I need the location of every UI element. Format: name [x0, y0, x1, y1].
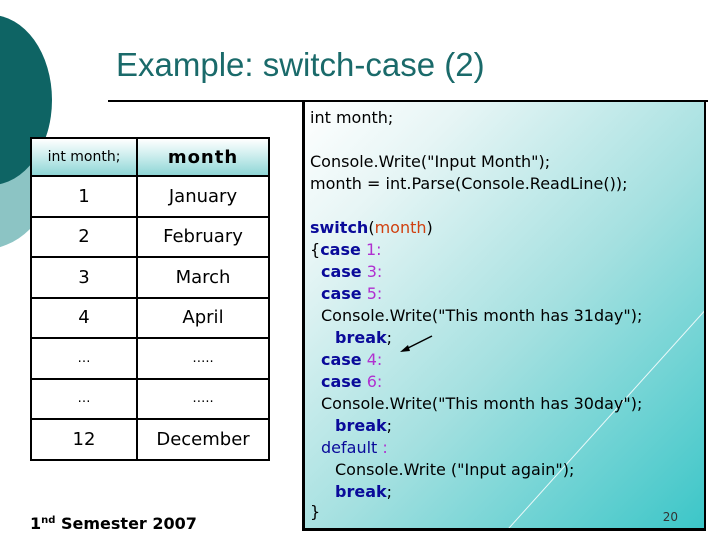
code-line-break: break;: [335, 482, 392, 501]
default-colon: :: [377, 438, 388, 457]
switch-keyword: switch: [310, 218, 369, 237]
table-row: … …..: [30, 377, 270, 420]
table-row: 3 March: [30, 256, 270, 299]
table-row: 4 April: [30, 296, 270, 339]
case-keyword: case: [321, 350, 362, 369]
code-line-case-1: {case 1:: [310, 240, 382, 259]
cell-month: March: [136, 256, 270, 299]
code-line-prompt: Console.Write("Input Month");: [310, 152, 551, 171]
switch-variable: month: [374, 218, 427, 237]
table-row: 12 December: [30, 418, 270, 461]
header-month: month: [136, 137, 270, 177]
cell-month: December: [136, 418, 270, 461]
code-line-declaration: int month;: [310, 108, 394, 127]
cell-month: April: [136, 296, 270, 339]
case-keyword: case: [320, 240, 361, 259]
code-line-case-3: case 3:: [321, 262, 382, 281]
semicolon: ;: [386, 482, 393, 501]
month-table: int month; month 1 January 2 February 3 …: [30, 137, 270, 461]
case-keyword: case: [321, 262, 362, 281]
table-row: … …..: [30, 337, 270, 380]
header-int-month: int month;: [30, 137, 138, 177]
footer-text: Semester 2007: [55, 514, 197, 533]
case-keyword: case: [321, 372, 362, 391]
cell-month: …..: [136, 377, 270, 420]
case-value: 5:: [366, 284, 383, 303]
cell-month: January: [136, 175, 270, 218]
case-value: 1:: [365, 240, 382, 259]
cell-number: 4: [30, 296, 138, 339]
semicolon: ;: [386, 328, 393, 347]
code-line-default: default :: [321, 438, 388, 457]
cell-number: 1: [30, 175, 138, 218]
decorative-diagonal-line: [504, 309, 704, 528]
break-keyword: break: [335, 482, 387, 501]
break-keyword: break: [335, 328, 387, 347]
cell-number: 3: [30, 256, 138, 299]
case-value: 6:: [366, 372, 383, 391]
cell-number: 12: [30, 418, 138, 461]
case-value: 4:: [366, 350, 383, 369]
code-line-switch: switch(month): [310, 218, 433, 237]
code-line-case-4: case 4:: [321, 350, 382, 369]
table-row: 2 February: [30, 215, 270, 258]
case-keyword: case: [321, 284, 362, 303]
footer-prefix: 1: [30, 514, 42, 533]
code-line-write-again: Console.Write ("Input again");: [335, 460, 575, 479]
footer-superscript: nd: [41, 515, 56, 526]
code-line-brace-close: }: [310, 502, 321, 521]
cell-month: February: [136, 215, 270, 258]
code-line-case-5: case 5:: [321, 284, 382, 303]
code-box: int month; Console.Write("Input Month");…: [302, 100, 706, 531]
page-number: 20: [662, 510, 678, 524]
semicolon: ;: [386, 416, 393, 435]
code-line-write-30: Console.Write("This month has 30day");: [321, 394, 643, 413]
cell-number: …: [30, 377, 138, 420]
case-value: 3:: [366, 262, 383, 281]
code-line-break: break;: [335, 328, 392, 347]
code-line-case-6: case 6:: [321, 372, 382, 391]
table-row: 1 January: [30, 175, 270, 218]
arrow-icon: [400, 335, 433, 352]
cell-number: …: [30, 337, 138, 380]
cell-number: 2: [30, 215, 138, 258]
brace-open: {: [310, 240, 321, 259]
default-keyword: default: [321, 438, 378, 457]
paren-close: ): [426, 218, 433, 237]
cell-month: …..: [136, 337, 270, 380]
footer-semester: 1nd Semester 2007: [30, 514, 197, 533]
code-line-parse: month = int.Parse(Console.ReadLine());: [310, 174, 628, 193]
code-line-break: break;: [335, 416, 392, 435]
slide-title: Example: switch-case (2): [116, 46, 485, 83]
table-header-row: int month; month: [30, 137, 270, 177]
break-keyword: break: [335, 416, 387, 435]
code-line-write-31: Console.Write("This month has 31day");: [321, 306, 643, 325]
